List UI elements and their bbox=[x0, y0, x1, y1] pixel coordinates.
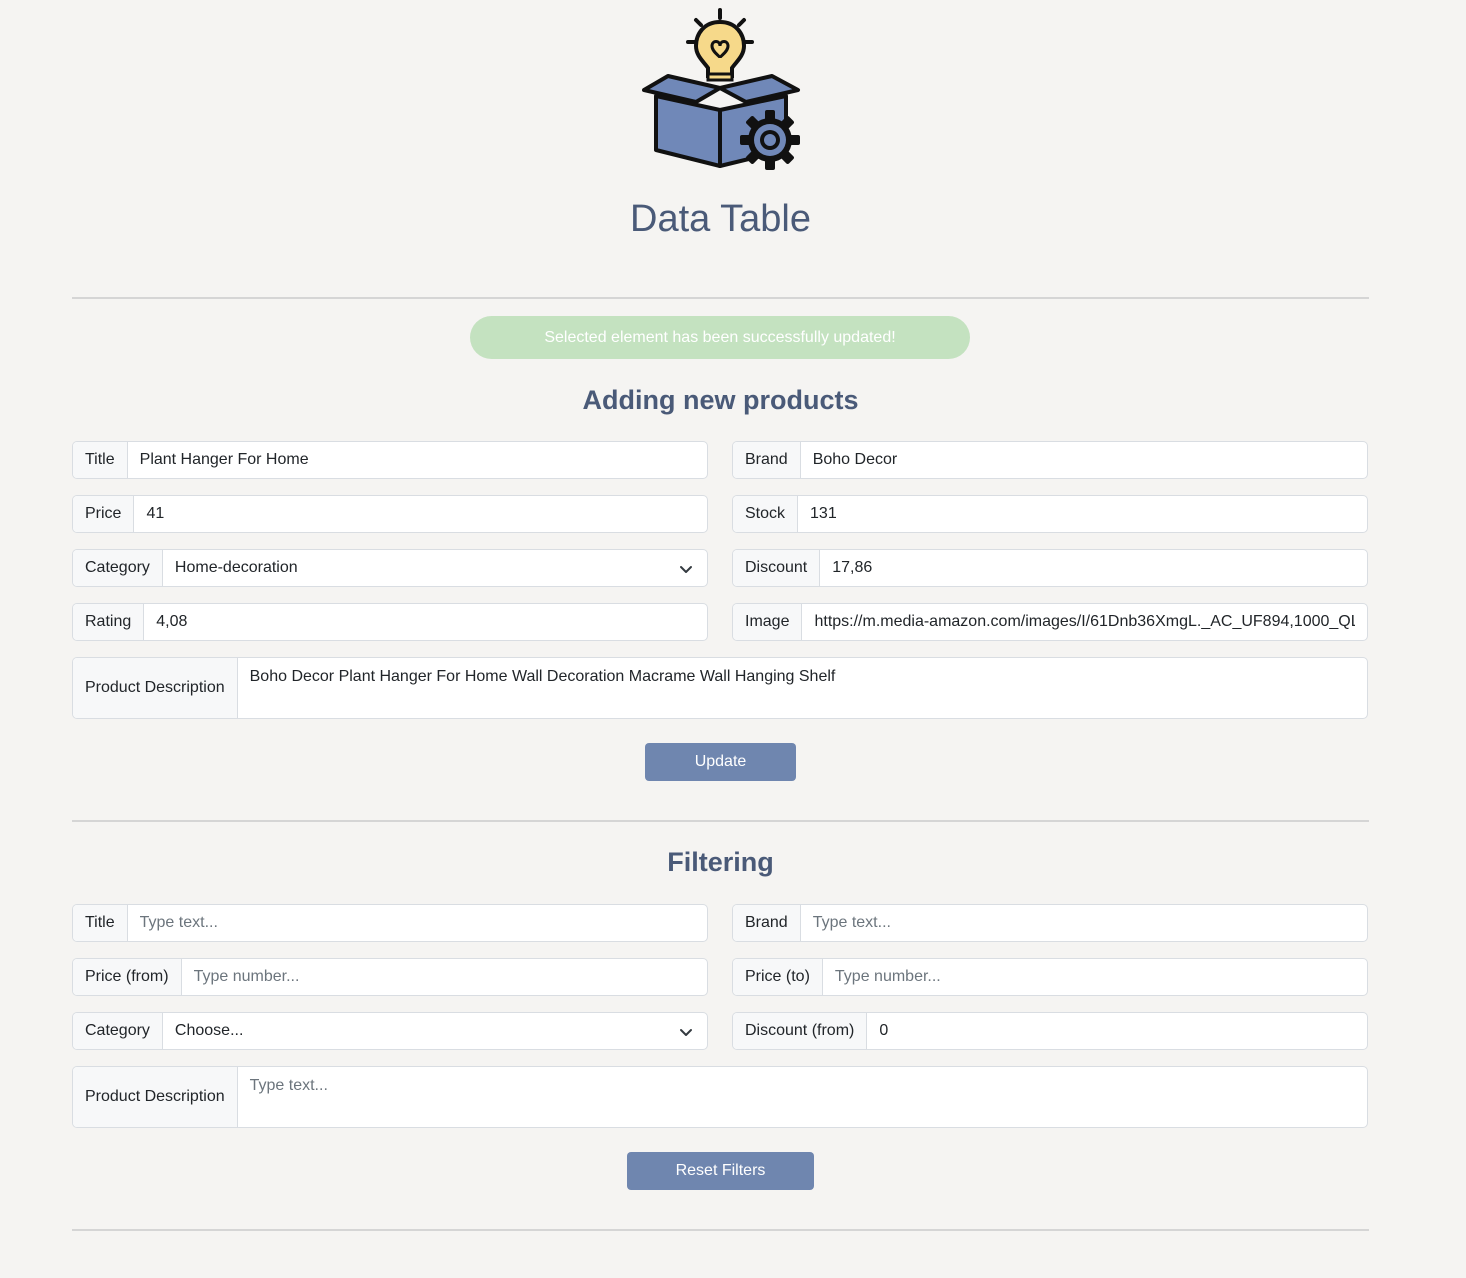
add-description-label: Product Description bbox=[73, 658, 238, 718]
filter-price-from-group: Price (from) bbox=[72, 958, 708, 996]
add-brand-group: Brand bbox=[732, 441, 1368, 479]
filter-description-textarea[interactable] bbox=[237, 1067, 1367, 1127]
update-button[interactable]: Update bbox=[645, 743, 796, 781]
add-category-group: Category Home-decoration bbox=[72, 549, 708, 587]
filter-price-to-label: Price (to) bbox=[733, 959, 823, 995]
add-rating-input[interactable] bbox=[144, 604, 707, 640]
chevron-down-icon bbox=[680, 1029, 692, 1036]
filter-brand-input[interactable] bbox=[800, 905, 1367, 941]
add-price-input[interactable] bbox=[134, 496, 707, 532]
add-discount-label: Discount bbox=[733, 550, 821, 586]
divider bbox=[72, 820, 1369, 822]
add-rating-group: Rating bbox=[72, 603, 708, 641]
add-stock-group: Stock bbox=[732, 495, 1368, 533]
filter-description-group: Product Description bbox=[72, 1066, 1368, 1128]
add-image-label: Image bbox=[733, 604, 803, 640]
add-stock-input[interactable] bbox=[798, 496, 1367, 532]
filter-discount-from-input[interactable] bbox=[867, 1013, 1367, 1049]
filter-form-heading: Filtering bbox=[667, 847, 774, 877]
filter-category-label: Category bbox=[73, 1013, 163, 1049]
add-price-label: Price bbox=[73, 496, 135, 532]
divider bbox=[72, 297, 1369, 299]
success-alert: Selected element has been successfully u… bbox=[470, 316, 970, 359]
add-title-label: Title bbox=[73, 442, 128, 478]
add-description-group: Product Description Boho Decor Plant Han… bbox=[72, 657, 1368, 719]
filter-title-label: Title bbox=[73, 905, 128, 941]
filter-brand-group: Brand bbox=[732, 904, 1368, 942]
filter-price-to-input[interactable] bbox=[822, 959, 1367, 995]
add-category-value: Home-decoration bbox=[174, 559, 298, 576]
filter-brand-label: Brand bbox=[733, 905, 801, 941]
add-rating-label: Rating bbox=[73, 604, 145, 640]
filter-price-from-label: Price (from) bbox=[73, 959, 182, 995]
filter-price-to-group: Price (to) bbox=[732, 958, 1368, 996]
chevron-down-icon bbox=[680, 566, 692, 573]
filter-title-group: Title bbox=[72, 904, 708, 942]
add-title-input[interactable] bbox=[127, 442, 707, 478]
add-discount-group: Discount bbox=[732, 549, 1368, 587]
filter-category-group: Category Choose... bbox=[72, 1012, 708, 1050]
add-discount-input[interactable] bbox=[820, 550, 1367, 586]
add-image-input[interactable] bbox=[802, 604, 1367, 640]
divider bbox=[72, 1229, 1369, 1231]
add-brand-input[interactable] bbox=[800, 442, 1367, 478]
filter-category-value: Choose... bbox=[174, 1022, 244, 1039]
add-price-group: Price bbox=[72, 495, 708, 533]
add-title-group: Title bbox=[72, 441, 708, 479]
box-lightbulb-gear-icon bbox=[642, 8, 800, 170]
add-brand-label: Brand bbox=[733, 442, 801, 478]
filter-discount-from-label: Discount (from) bbox=[733, 1013, 868, 1049]
filter-title-input[interactable] bbox=[127, 905, 707, 941]
page-title: Data Table bbox=[630, 198, 811, 240]
add-description-textarea[interactable]: Boho Decor Plant Hanger For Home Wall De… bbox=[237, 658, 1367, 718]
page: Data Table Selected element has been suc… bbox=[0, 0, 1466, 1278]
filter-description-label: Product Description bbox=[73, 1067, 238, 1127]
add-image-group: Image bbox=[732, 603, 1368, 641]
reset-filters-button[interactable]: Reset Filters bbox=[627, 1152, 814, 1190]
filter-price-from-input[interactable] bbox=[181, 959, 707, 995]
filter-category-select[interactable]: Choose... bbox=[163, 1013, 707, 1049]
filter-discount-from-group: Discount (from) bbox=[732, 1012, 1368, 1050]
add-stock-label: Stock bbox=[733, 496, 799, 532]
add-category-label: Category bbox=[73, 550, 163, 586]
add-category-select[interactable]: Home-decoration bbox=[163, 550, 707, 586]
add-form-heading: Adding new products bbox=[582, 385, 859, 415]
